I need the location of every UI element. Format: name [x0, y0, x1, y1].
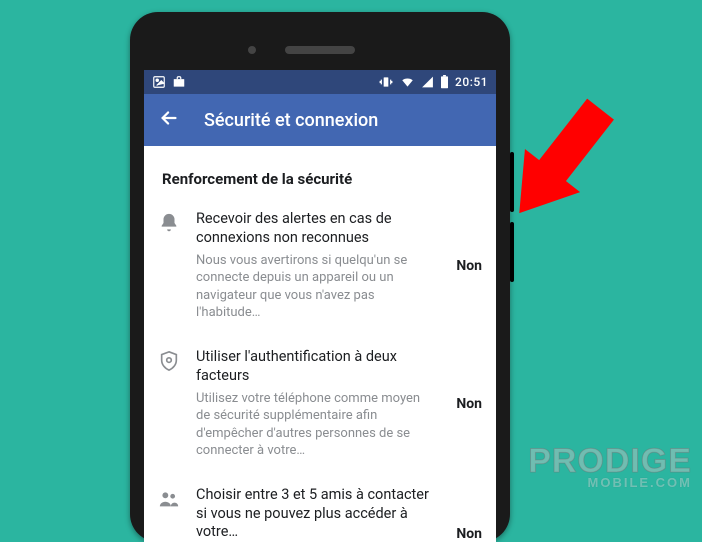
app-header: Sécurité et connexion: [144, 94, 496, 146]
phone-power-button: [510, 222, 514, 282]
setting-description: Utilisez votre téléphone comme moyen de …: [196, 390, 434, 460]
setting-value: Non: [448, 396, 482, 412]
phone-frame: 20:51 Sécurité et connexion Renforcement…: [130, 12, 510, 542]
setting-row-alerts[interactable]: Recevoir des alertes en cas de connexion…: [144, 206, 496, 344]
phone-volume-button: [510, 152, 514, 212]
setting-value: Non: [448, 258, 482, 274]
status-clock: 20:51: [455, 75, 488, 89]
briefcase-icon: [172, 75, 186, 89]
signal-icon: [421, 75, 434, 89]
battery-icon: [440, 75, 449, 89]
setting-title: Utiliser l'authentification à deux facte…: [196, 348, 434, 386]
setting-row-trusted-contacts[interactable]: Choisir entre 3 et 5 amis à contacter si…: [144, 482, 496, 542]
shield-icon: [158, 350, 182, 376]
vibrate-icon: [378, 75, 394, 89]
back-button[interactable]: [158, 107, 180, 133]
phone-sensor: [248, 46, 256, 54]
section-title: Renforcement de la sécurité: [144, 156, 496, 206]
bell-icon: [158, 212, 182, 238]
image-icon: [152, 75, 166, 89]
screen: 20:51 Sécurité et connexion Renforcement…: [144, 70, 496, 542]
setting-value: Non: [448, 526, 482, 542]
setting-row-2fa[interactable]: Utiliser l'authentification à deux facte…: [144, 344, 496, 482]
page-title: Sécurité et connexion: [204, 110, 378, 131]
setting-title: Choisir entre 3 et 5 amis à contacter si…: [196, 486, 434, 542]
setting-description: Nous vous avertirons si quelqu'un se con…: [196, 252, 434, 322]
settings-list: Renforcement de la sécurité Recevoir des…: [144, 146, 496, 542]
wifi-icon: [400, 75, 415, 89]
friends-icon: [158, 488, 182, 514]
watermark: PRODIGE MOBILE.COM: [528, 442, 692, 490]
setting-title: Recevoir des alertes en cas de connexion…: [196, 210, 434, 248]
status-bar: 20:51: [144, 70, 496, 94]
phone-speaker: [285, 46, 355, 54]
